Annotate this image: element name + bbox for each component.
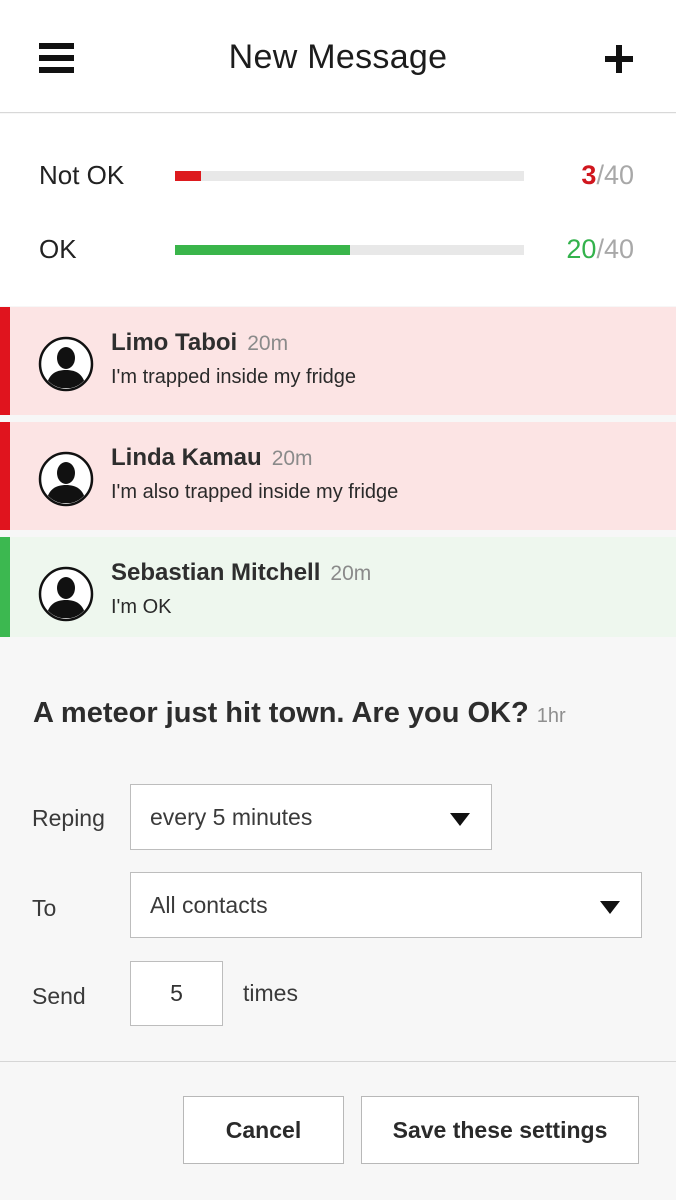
not-ok-count: 3/40	[581, 160, 634, 191]
ok-progress-bar	[175, 245, 524, 255]
ping-question: A meteor just hit town. Are you OK? 1hr	[33, 697, 566, 730]
recipients-select[interactable]: All contacts	[130, 872, 642, 938]
response-time: 20m	[271, 447, 313, 470]
not-ok-label: Not OK	[39, 160, 125, 190]
save-settings-button[interactable]: Save these settings	[361, 1096, 639, 1164]
not-ok-progress-bar	[175, 171, 524, 181]
ok-count-total: /40	[596, 234, 634, 264]
chevron-down-icon	[600, 901, 620, 914]
recipients-value: All contacts	[150, 892, 268, 918]
not-ok-count-value: 3	[581, 160, 597, 190]
sender-name: Sebastian Mitchell	[111, 559, 321, 586]
response-stats: Not OK 3/40 OK 20/40	[0, 114, 676, 306]
response-time: 20m	[247, 332, 289, 355]
response-item[interactable]: Limo Taboi 20m I'm trapped inside my frid…	[0, 307, 676, 415]
app-header: New Message	[0, 0, 676, 113]
not-ok-stat: Not OK 3/40	[0, 156, 676, 196]
response-sender: Sebastian Mitchell 20m	[111, 559, 371, 587]
question-text: A meteor just hit town. Are you OK?	[33, 697, 529, 729]
reping-select[interactable]: every 5 minutes	[130, 784, 492, 850]
response-time: 20m	[330, 562, 372, 585]
ok-label: OK	[39, 234, 77, 264]
reping-value: every 5 minutes	[150, 804, 313, 830]
send-count-input[interactable]	[130, 961, 223, 1026]
response-message: I'm also trapped inside my fridge	[111, 481, 399, 503]
not-ok-count-total: /40	[596, 160, 634, 190]
cancel-button[interactable]: Cancel	[183, 1096, 344, 1164]
question-time: 1hr	[536, 705, 566, 727]
not-ok-progress-fill	[175, 171, 202, 181]
footer-divider	[0, 1061, 676, 1062]
avatar-icon	[38, 451, 94, 507]
to-label: To	[32, 895, 57, 921]
avatar-icon	[38, 336, 94, 392]
ok-count: 20/40	[566, 234, 634, 265]
times-label: times	[243, 980, 298, 1006]
send-label: Send	[32, 983, 86, 1009]
response-message: I'm OK	[111, 596, 172, 618]
response-sender: Linda Kamau 20m	[111, 444, 313, 472]
plus-icon[interactable]	[605, 45, 633, 73]
response-message: I'm trapped inside my fridge	[111, 366, 357, 388]
response-item[interactable]: Sebastian Mitchell 20m I'm OK	[0, 537, 676, 637]
sender-name: Limo Taboi	[111, 329, 238, 356]
response-sender: Limo Taboi 20m	[111, 329, 288, 357]
ok-stat: OK 20/40	[0, 230, 676, 270]
page-title: New Message	[228, 38, 448, 76]
avatar-icon	[38, 566, 94, 622]
ok-count-value: 20	[566, 234, 597, 264]
ok-progress-fill	[175, 245, 350, 255]
response-item[interactable]: Linda Kamau 20m I'm also trapped inside m…	[0, 422, 676, 530]
chevron-down-icon	[450, 813, 470, 826]
reping-label: Reping	[32, 805, 105, 831]
sender-name: Linda Kamau	[111, 444, 262, 471]
